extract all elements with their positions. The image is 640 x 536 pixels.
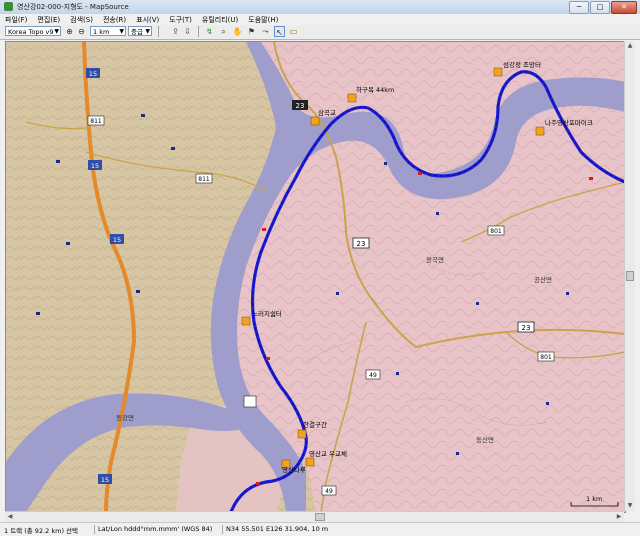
title-bar: 영산강02-000-지형도 - MapSource ─ □ ✕ [0, 0, 640, 15]
shield-811-a: 811 [87, 115, 105, 126]
shield-801-a: 801 [487, 225, 505, 236]
horizontal-scroll-thumb[interactable] [315, 513, 325, 521]
minimize-button[interactable]: ─ [569, 1, 589, 14]
detail-select[interactable]: 중급 ▼ [128, 26, 152, 36]
menu-edit[interactable]: 편집(E) [32, 14, 65, 25]
svg-text:15: 15 [101, 476, 109, 484]
scroll-up-icon[interactable]: ▲ [625, 41, 635, 51]
chevron-down-icon: ▼ [54, 28, 59, 35]
coordinate-format: Lat/Lon hddd°mm.mmm' (WGS 84) [98, 525, 213, 533]
svg-text:811: 811 [90, 118, 102, 125]
scroll-down-icon[interactable]: ▼ [625, 501, 635, 511]
svg-text:한결구간: 한결구간 [303, 420, 327, 429]
svg-text:영산교 우교체: 영산교 우교체 [309, 449, 347, 458]
svg-text:15: 15 [113, 236, 121, 244]
svg-text:15: 15 [89, 70, 97, 78]
svg-text:49: 49 [325, 488, 333, 495]
svg-text:영산나루: 영산나루 [282, 465, 306, 474]
place-label-donggang: 동강면 [116, 413, 134, 422]
detail-value: 중급 [131, 28, 143, 36]
svg-text:15: 15 [91, 162, 99, 170]
shield-23-b: 23 [352, 237, 370, 249]
map-canvas[interactable]: 23 23 23 801 801 49 49 811 811 15 15 15 … [6, 42, 625, 512]
shield-811-b: 811 [195, 173, 213, 184]
menu-bar: 파일(F) 편집(E) 검색(S) 전송(R) 표시(V) 도구(T) 유틸리티… [0, 14, 640, 25]
scroll-left-icon[interactable]: ◀ [5, 512, 15, 522]
zoom-in-icon[interactable]: ⊕ [64, 26, 75, 37]
shield-15-a: 15 [86, 68, 100, 78]
status-divider [94, 525, 95, 534]
receive-from-device-icon[interactable]: ⇩ [182, 26, 193, 37]
status-divider [222, 525, 223, 534]
menu-find[interactable]: 검색(S) [65, 14, 98, 25]
zoom-tool-icon[interactable]: ⌕ [218, 26, 229, 37]
svg-text:23: 23 [357, 240, 366, 248]
cursor-coordinates: N34 55.501 E126 31.904, 10 m [226, 525, 329, 533]
toolbar: Korea Topo v9 ▼ ⊕ ⊖ 1 km ▼ 중급 ▼ ⇪ ⇩ ↯ ⌕ … [0, 25, 640, 40]
pointer-tool-icon[interactable]: ↖ [274, 26, 285, 37]
svg-text:삼곡교: 삼곡교 [318, 108, 336, 117]
menu-tools[interactable]: 도구(T) [164, 14, 197, 25]
scroll-right-icon[interactable]: ▶ [614, 512, 624, 522]
mapsource-app-icon [4, 2, 13, 11]
horizontal-scrollbar[interactable]: ◀ ▶ [5, 511, 624, 522]
shield-801-b: 801 [537, 351, 555, 362]
shield-23-c: 23 [517, 321, 535, 333]
toolbar-separator [158, 26, 159, 37]
shield-15-c: 15 [110, 234, 124, 244]
menu-help[interactable]: 도움말(H) [243, 14, 283, 25]
map-product-select[interactable]: Korea Topo v9 ▼ [5, 26, 61, 36]
hand-tool-icon[interactable]: ✋ [232, 26, 243, 37]
waypoint-tool-icon[interactable]: ⚑ [246, 26, 257, 37]
place-label-gongsan: 공산면 [534, 275, 552, 284]
toolbar-separator [198, 26, 199, 37]
svg-text:나주영산포마이크: 나주영산포마이크 [545, 118, 593, 127]
shield-49-b: 49 [321, 485, 337, 496]
svg-text:23: 23 [522, 324, 531, 332]
svg-text:1 km: 1 km [586, 495, 602, 503]
shield-15-b: 15 [88, 160, 102, 170]
menu-file[interactable]: 파일(F) [0, 14, 32, 25]
shield-15-d: 15 [98, 474, 112, 484]
svg-text:하구목 44km: 하구목 44km [356, 85, 394, 94]
map-view[interactable]: 23 23 23 801 801 49 49 811 811 15 15 15 … [5, 41, 626, 513]
svg-text:801: 801 [540, 354, 552, 361]
window-title: 영산강02-000-지형도 - MapSource [17, 3, 129, 11]
measure-tool-icon[interactable]: ▭ [288, 26, 299, 37]
selection-tool-icon[interactable]: ↯ [204, 26, 215, 37]
track-selection-status: 1 트랙 (총 92.2 km) 선택 [4, 527, 79, 535]
chevron-down-icon: ▼ [119, 28, 124, 35]
place-label-dongsan: 동산면 [476, 435, 494, 444]
maximize-button[interactable]: □ [590, 1, 610, 14]
send-to-device-icon[interactable]: ⇪ [170, 26, 181, 37]
zoom-scale-value: 1 km [93, 28, 110, 36]
svg-text:801: 801 [490, 228, 502, 235]
svg-text:섬강정 조망터: 섬강정 조망터 [503, 60, 541, 69]
status-bar: 1 트랙 (총 92.2 km) 선택 Lat/Lon hddd°mm.mmm'… [0, 522, 640, 536]
map-product-value: Korea Topo v9 [8, 28, 54, 36]
svg-text:23: 23 [296, 102, 305, 110]
zoom-scale-select[interactable]: 1 km ▼ [90, 26, 126, 36]
svg-text:49: 49 [369, 372, 377, 379]
svg-text:느러지쉼터: 느러지쉼터 [252, 309, 282, 318]
menu-transfer[interactable]: 전송(R) [98, 14, 131, 25]
close-button[interactable]: ✕ [611, 1, 637, 14]
menu-view[interactable]: 표시(V) [131, 14, 164, 25]
chevron-down-icon: ▼ [145, 28, 150, 35]
menu-utilities[interactable]: 유틸리티(U) [197, 14, 243, 25]
svg-text:811: 811 [198, 176, 210, 183]
shield-49-a: 49 [365, 369, 381, 380]
vertical-scrollbar[interactable]: ▲ ▼ [624, 41, 635, 511]
route-tool-icon[interactable]: ⤳ [260, 26, 271, 37]
shield-23-a: 23 [292, 100, 308, 110]
map-sign-icon [243, 395, 257, 408]
vertical-scroll-thumb[interactable] [626, 271, 634, 281]
place-label-wanggok: 왕곡면 [426, 255, 444, 264]
zoom-out-icon[interactable]: ⊖ [76, 26, 87, 37]
